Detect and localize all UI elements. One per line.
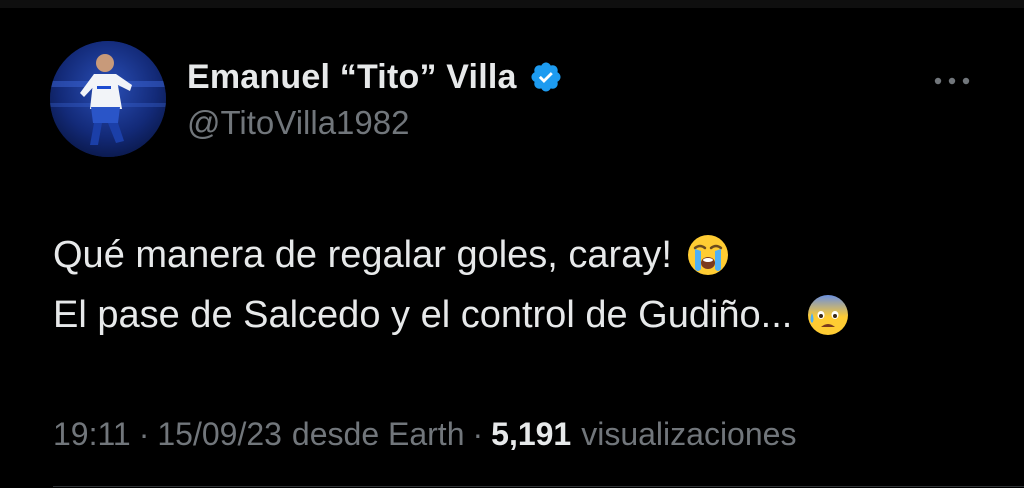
separator-dot: · (472, 415, 484, 452)
tweet-text-content-2: El pase de Salcedo y el control de Gudiñ… (53, 293, 793, 336)
views-label[interactable]: visualizaciones (581, 416, 796, 453)
tweet-source: desde Earth (291, 415, 465, 452)
tweet-time[interactable]: 19:11 (53, 416, 131, 453)
avatar-image (50, 41, 166, 157)
top-bar (0, 0, 1024, 8)
tweet-text-content-1: Qué manera de regalar goles, caray! (53, 233, 672, 276)
anxious-face-with-sweat-icon (806, 293, 850, 337)
separator-dot: · (138, 415, 150, 452)
loudly-crying-face-icon (686, 233, 730, 277)
tweet-text-line-1: Qué manera de regalar goles, caray! (53, 230, 730, 280)
tweet-card: Emanuel “Tito” Villa @TitoVilla1982 Qué … (0, 8, 1024, 488)
avatar[interactable] (50, 41, 166, 157)
tweet-meta: 19:11 · 15/09/23 desde Earth · 5,191 vis… (53, 412, 796, 456)
views-count[interactable]: 5,191 (491, 416, 571, 453)
divider (53, 486, 1024, 487)
author-display-name[interactable]: Emanuel “Tito” Villa (187, 58, 517, 97)
author-name-row[interactable]: Emanuel “Tito” Villa (187, 54, 563, 100)
verified-badge-icon (529, 60, 563, 94)
more-options-icon[interactable] (930, 66, 974, 96)
tweet-text-line-2: El pase de Salcedo y el control de Gudiñ… (53, 288, 850, 342)
tweet-date[interactable]: 15/09/23 (157, 416, 282, 453)
author-handle[interactable]: @TitoVilla1982 (187, 104, 409, 142)
